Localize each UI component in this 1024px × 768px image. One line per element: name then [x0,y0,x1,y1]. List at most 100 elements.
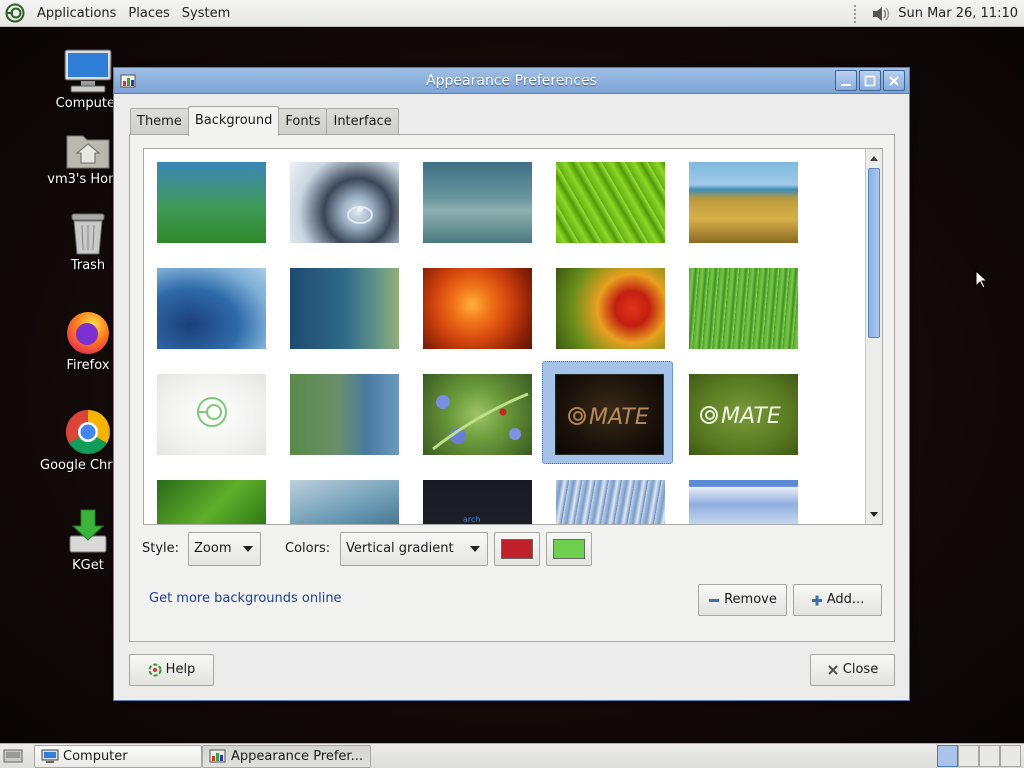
menu-applications[interactable]: Applications [31,0,122,27]
water-drop-icon [347,206,373,224]
tab-interface[interactable]: Interface [326,108,399,135]
background-thumbnail[interactable] [423,374,532,455]
ladybug-flowers-icon [432,392,529,451]
mate-logo-icon [197,397,227,427]
close-icon [889,75,899,86]
background-thumbnail[interactable] [689,162,798,243]
close-window-button[interactable] [883,70,905,91]
chrome-icon [66,410,110,454]
panel-separator [854,4,860,23]
background-thumbnail[interactable] [423,268,532,349]
workspace-2[interactable] [958,745,979,767]
workspace-1[interactable] [937,745,958,767]
close-button[interactable]: Close [810,654,895,686]
menu-system[interactable]: System [176,0,236,27]
appearance-app-icon [209,749,226,763]
workspace-3[interactable] [979,745,1000,767]
background-tab-panel: MATE MATE arch Style: Zoom Colors: Verti… [129,134,895,642]
background-thumbnail[interactable] [423,162,532,243]
workspace-4[interactable] [1000,745,1021,767]
appearance-preferences-window: Appearance Preferences Theme Background … [113,67,910,701]
background-thumbnail[interactable]: arch [423,480,532,524]
background-thumbnail[interactable] [157,268,266,349]
window-titlebar[interactable]: Appearance Preferences [114,68,909,94]
background-thumbnail[interactable] [290,480,399,524]
clock[interactable]: Sun Mar 26, 11:10 [898,6,1024,21]
mate-logo-icon: MATE [568,405,649,430]
background-thumbnail[interactable] [290,268,399,349]
top-panel: Applications Places System Sun Mar 26, 1… [0,0,1024,27]
add-button[interactable]: Add... [793,584,882,616]
arrow-down-icon [870,512,878,517]
tab-background[interactable]: Background [187,106,280,136]
remove-button-label: Remove [724,592,777,607]
close-icon [828,665,838,675]
background-thumbnail[interactable] [689,268,798,349]
grid-scrollbar[interactable] [865,149,882,524]
minimize-button[interactable] [835,70,857,91]
colors-label: Colors: [285,541,331,556]
background-thumbnail[interactable] [556,162,665,243]
home-folder-icon [66,135,110,169]
scroll-down-button[interactable] [866,507,882,523]
computer-icon [64,49,112,93]
background-thumbnail[interactable] [290,162,399,243]
remove-button[interactable]: Remove [698,584,787,616]
chevron-down-icon [243,546,253,552]
chevron-down-icon [470,546,480,552]
taskbar-item-appearance[interactable]: Appearance Prefer... [202,745,371,768]
scroll-up-button[interactable] [866,150,882,166]
remove-icon [709,599,720,602]
mate-wordmark: MATE [721,404,781,429]
bottom-taskbar: Computer Appearance Prefer... [0,743,1024,768]
maximize-button[interactable] [859,70,881,91]
mate-logo-icon: MATE [700,404,781,429]
tab-bar: Theme Background Fonts Interface [130,106,399,136]
mouse-pointer-icon [975,270,989,289]
trash-icon [71,213,105,255]
secondary-color-swatch [553,539,585,559]
show-desktop-icon[interactable] [3,748,23,764]
menu-places[interactable]: Places [122,0,175,27]
taskbar-item-computer[interactable]: Computer [34,745,202,768]
style-combo-value: Zoom [194,541,232,556]
background-thumbnail[interactable] [290,374,399,455]
background-thumbnail[interactable] [157,374,266,455]
primary-color-swatch [501,539,533,559]
add-button-label: Add... [826,592,865,607]
minimize-icon [841,83,851,86]
help-icon [148,663,162,677]
primary-color-button[interactable] [494,532,540,566]
firefox-icon [67,312,109,354]
help-button[interactable]: Help [129,654,214,686]
background-thumbnail[interactable] [157,162,266,243]
window-title: Appearance Preferences [426,73,597,89]
colors-combo[interactable]: Vertical gradient [340,532,488,566]
style-combo[interactable]: Zoom [188,532,261,566]
arch-wordmark: arch [463,515,480,524]
background-thumbnail[interactable] [689,480,798,524]
background-thumbnail[interactable] [157,480,266,524]
tab-fonts[interactable]: Fonts [278,108,328,135]
arrow-up-icon [870,156,878,161]
tab-theme[interactable]: Theme [130,108,189,135]
style-label: Style: [142,541,180,556]
colors-combo-value: Vertical gradient [346,541,454,556]
volume-icon[interactable] [870,4,892,24]
mate-wordmark: MATE [589,405,649,430]
background-thumbnail[interactable] [556,268,665,349]
background-grid: MATE MATE arch [143,148,883,525]
add-icon [811,595,822,606]
taskbar-item-label: Computer [63,749,128,764]
taskbar-item-label: Appearance Prefer... [231,749,363,764]
mate-logo-icon[interactable] [5,3,25,23]
background-thumbnail-selected[interactable]: MATE [555,374,664,455]
background-thumbnail[interactable]: MATE [689,374,798,455]
background-thumbnail[interactable] [556,480,665,524]
kget-icon [69,509,107,553]
get-more-backgrounds-link[interactable]: Get more backgrounds online [149,591,342,606]
close-button-label: Close [842,662,879,677]
appearance-app-icon [120,74,136,88]
secondary-color-button[interactable] [546,532,592,566]
scroll-thumb[interactable] [868,168,880,338]
